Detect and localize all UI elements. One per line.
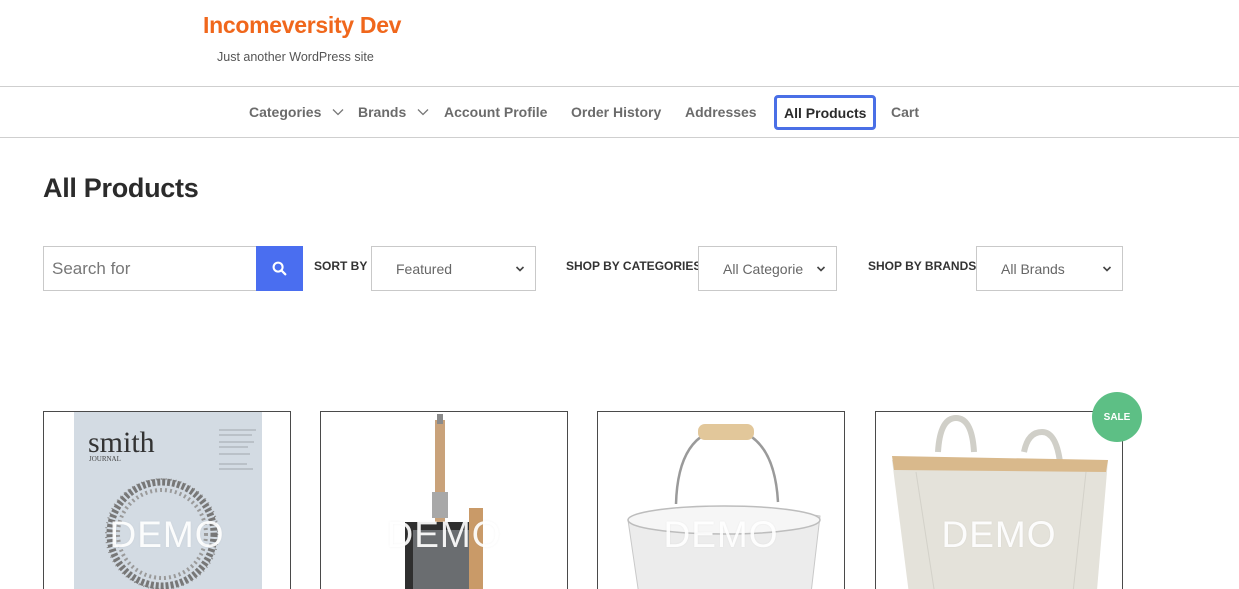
site-header: Incomeversity Dev Just another WordPress…	[0, 0, 1239, 87]
chevron-down-icon	[1102, 265, 1112, 272]
nav-item-label: All Products	[784, 104, 867, 121]
chevron-down-icon	[417, 109, 429, 116]
chevron-down-icon	[332, 109, 344, 116]
shop-by-brands-label: SHOP BY BRANDS	[868, 259, 977, 273]
brands-value: All Brands	[1001, 260, 1065, 277]
nav-item-label: Brands	[358, 104, 407, 120]
nav-item-order-history[interactable]: Order History	[571, 88, 661, 136]
nav-item-label: Order History	[571, 104, 662, 120]
search-input[interactable]	[43, 246, 257, 291]
demo-watermark: DEMO	[386, 514, 502, 555]
product-image[interactable]: smith JOURNAL	[44, 412, 291, 589]
product-image[interactable]	[876, 412, 1123, 589]
sort-by-value: Featured	[396, 260, 453, 277]
page-title: All Products	[43, 173, 199, 203]
nav-item-label: Cart	[891, 104, 920, 120]
search-button[interactable]	[256, 246, 303, 291]
demo-watermark: DEMO	[941, 514, 1057, 555]
demo-watermark: DEMO	[663, 514, 779, 555]
brands-select[interactable]: All Brands	[976, 246, 1123, 291]
site-title[interactable]: Incomeversity Dev	[203, 12, 401, 39]
sale-badge: SALE	[1092, 392, 1142, 442]
product-card-smith-journal[interactable]: smith JOURNAL DEMO	[43, 411, 291, 589]
product-card-dustpan[interactable]: DEMO	[320, 411, 568, 589]
shop-by-categories-label: SHOP BY CATEGORIES	[566, 259, 702, 273]
product-card-canvas-basket[interactable]: DEMO	[875, 411, 1123, 589]
nav-item-brands[interactable]: Brands	[358, 88, 430, 136]
nav-item-account-profile[interactable]: Account Profile	[444, 88, 547, 136]
nav-item-categories[interactable]: Categories	[249, 88, 345, 136]
main-navigation: Categories Brands Account Profile Order …	[0, 88, 1239, 138]
nav-item-label: Account Profile	[444, 104, 548, 120]
search-icon	[272, 261, 287, 276]
nav-item-label: Categories	[249, 104, 322, 120]
product-card-bucket[interactable]: DEMO	[597, 411, 845, 589]
nav-item-cart[interactable]: Cart	[891, 88, 919, 136]
demo-watermark: DEMO	[109, 514, 225, 555]
nav-item-all-products[interactable]: All Products	[774, 95, 877, 130]
categories-value: All Categorie	[723, 260, 804, 277]
chevron-down-icon	[515, 265, 525, 272]
sort-by-label: SORT BY	[314, 259, 368, 273]
product-image[interactable]	[598, 412, 845, 589]
magazine-cover-subtitle: JOURNAL	[89, 455, 121, 463]
site-tagline: Just another WordPress site	[217, 50, 374, 64]
nav-item-addresses[interactable]: Addresses	[685, 88, 757, 136]
sort-by-select[interactable]: Featured	[371, 246, 536, 291]
product-image[interactable]	[321, 412, 568, 589]
nav-item-label: Addresses	[685, 104, 757, 120]
chevron-down-icon	[816, 265, 826, 272]
categories-select[interactable]: All Categorie	[698, 246, 837, 291]
